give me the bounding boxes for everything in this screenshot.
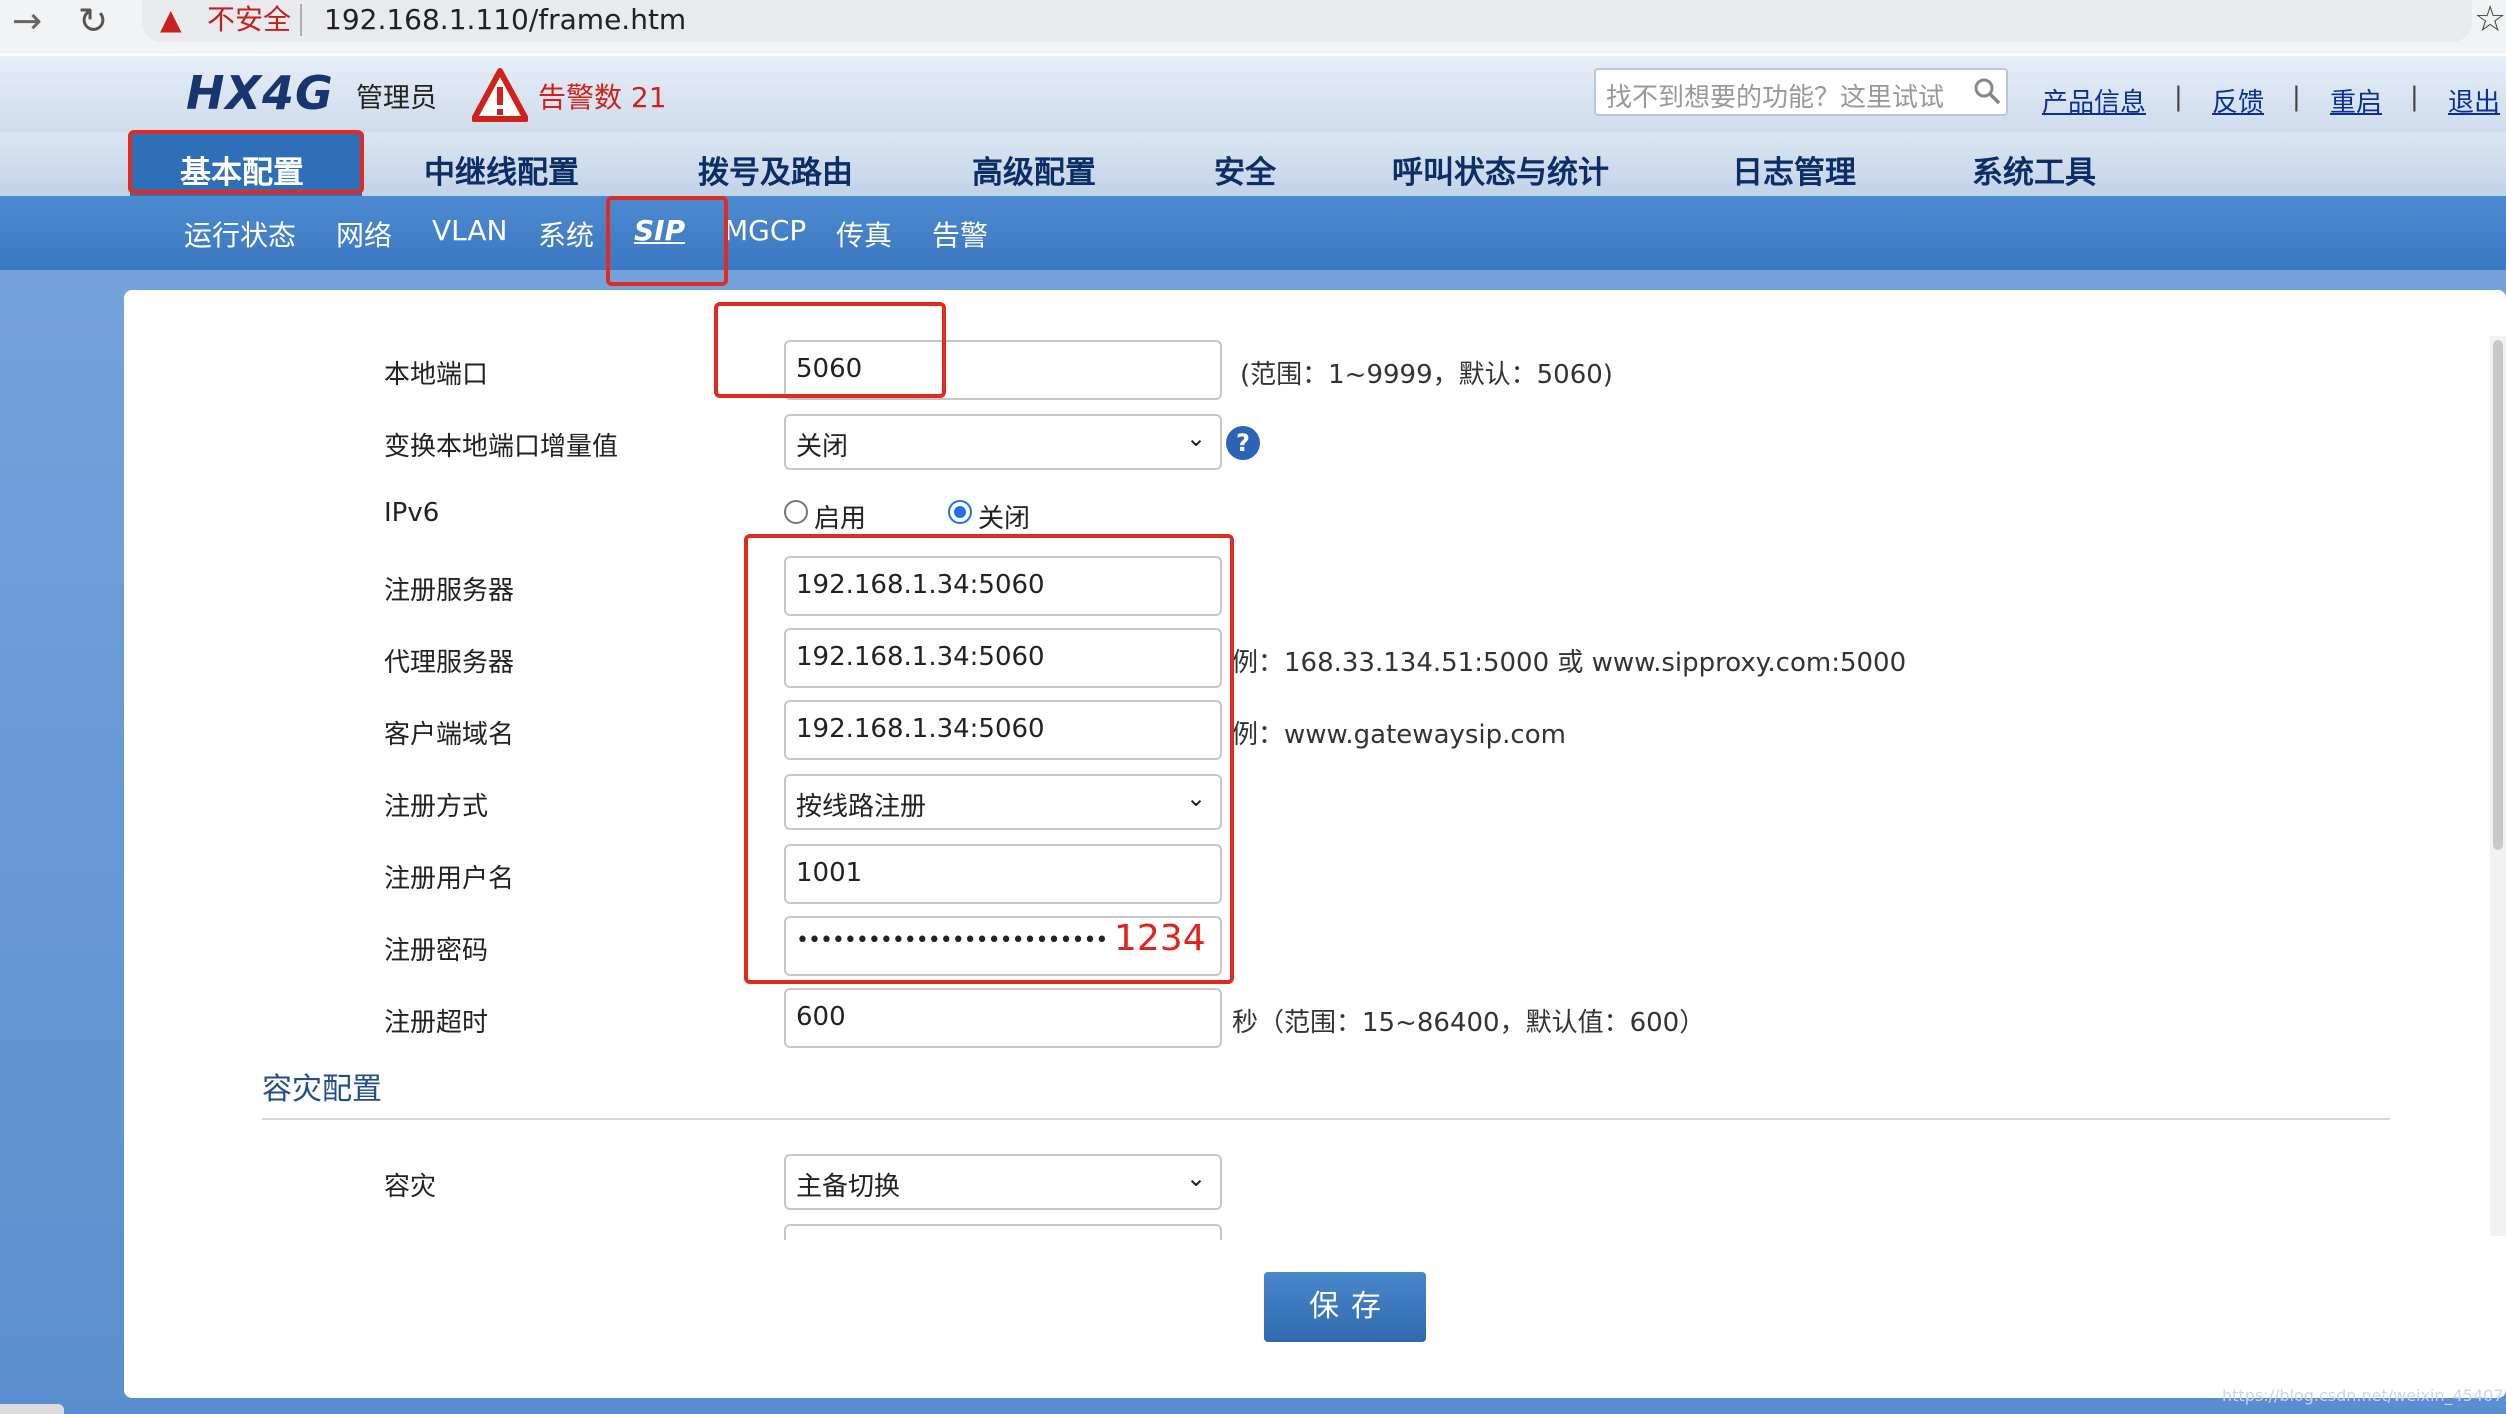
local-port-hint: (范围：1~9999，默认：5060)	[1240, 360, 1613, 390]
scroll-clip	[124, 1240, 2484, 1256]
register-timeout-value: 600	[796, 1002, 846, 1032]
bookmark-star-icon[interactable]: ☆	[2474, 0, 2506, 40]
client-domain-hint: 例：www.gatewaysip.com	[1232, 720, 1566, 750]
port-increment-select[interactable]	[784, 414, 1222, 470]
link-separator: |	[2292, 82, 2301, 112]
subtab-mgcp[interactable]: MGCP	[724, 214, 806, 247]
subtab-status[interactable]: 运行状态	[184, 214, 296, 254]
logout-link[interactable]: 退出	[2448, 82, 2500, 119]
warning-triangle-icon: ▲	[160, 3, 182, 36]
feedback-link[interactable]: 反馈	[2212, 82, 2264, 119]
subtab-vlan[interactable]: VLAN	[432, 214, 508, 247]
alarm-warning-icon[interactable]	[472, 68, 528, 122]
local-port-label: 本地端口	[384, 360, 489, 390]
ipv6-disable-radio[interactable]	[948, 500, 972, 524]
tab-advanced-config[interactable]: 高级配置	[972, 147, 1096, 192]
tab-trunk-config[interactable]: 中继线配置	[424, 147, 579, 192]
port-increment-label: 变换本地端口增量值	[384, 432, 619, 462]
subtab-system[interactable]: 系统	[538, 214, 594, 254]
annotation-box-local-port	[714, 302, 946, 398]
user-role: 管理员	[356, 83, 437, 114]
subtab-alarm[interactable]: 告警	[932, 214, 988, 254]
section-divider	[262, 1118, 2390, 1120]
register-user-label: 注册用户名	[384, 864, 515, 894]
tab-dial-routing[interactable]: 拨号及路由	[698, 147, 853, 192]
ipv6-label: IPv6	[384, 498, 440, 528]
clipped-field[interactable]	[784, 1224, 1222, 1240]
reboot-link[interactable]: 重启	[2330, 82, 2382, 119]
ipv6-enable-radio[interactable]	[784, 500, 808, 524]
ipv6-enable-label: 启用	[814, 504, 867, 534]
tab-call-stats[interactable]: 呼叫状态与统计	[1392, 147, 1609, 192]
chevron-down-icon: ⌄	[1186, 424, 1207, 452]
back-arrow-icon[interactable]: →	[12, 2, 52, 42]
annotation-box-register-fields	[744, 534, 1234, 984]
chevron-down-icon: ⌄	[1186, 1164, 1207, 1192]
section-title: 容灾配置	[262, 1072, 382, 1107]
register-timeout-input[interactable]	[784, 988, 1222, 1048]
annotation-box-sip	[606, 196, 728, 286]
disaster-mode-value: 主备切换	[796, 1172, 901, 1202]
register-timeout-hint: 秒（范围：15~86400，默认值：600）	[1232, 1008, 1706, 1038]
register-timeout-label: 注册超时	[384, 1008, 489, 1038]
scrollbar-thumb[interactable]	[2493, 340, 2503, 850]
product-info-link[interactable]: 产品信息	[2042, 82, 2146, 119]
subtab-fax[interactable]: 传真	[836, 214, 892, 254]
annotation-box-basic-config	[128, 130, 364, 194]
register-server-label: 注册服务器	[384, 576, 515, 606]
link-separator: |	[2410, 82, 2419, 112]
url-text[interactable]: 192.168.1.110/frame.htm	[324, 2, 686, 38]
tab-security[interactable]: 安全	[1214, 147, 1276, 192]
address-separator	[300, 4, 302, 36]
save-button[interactable]: 保存	[1264, 1272, 1426, 1342]
watermark: https://blog.csdn.net/weixin_45407174	[2222, 1386, 2506, 1405]
disaster-mode-label: 容灾	[384, 1172, 437, 1202]
search-placeholder: 找不到想要的功能？这里试试	[1606, 83, 1945, 113]
proxy-server-label: 代理服务器	[384, 648, 515, 678]
logo: HX4G	[186, 66, 334, 120]
ipv6-disable-label: 关闭	[978, 504, 1031, 534]
bottom-left-tab	[0, 1404, 64, 1414]
tab-log-management[interactable]: 日志管理	[1732, 147, 1856, 192]
register-mode-label: 注册方式	[384, 792, 489, 822]
tab-system-tools[interactable]: 系统工具	[1972, 147, 2096, 192]
help-icon[interactable]: ?	[1226, 426, 1260, 460]
subtab-network[interactable]: 网络	[336, 214, 392, 254]
search-icon[interactable]	[1972, 76, 2002, 106]
link-separator: |	[2174, 82, 2183, 112]
client-domain-label: 客户端域名	[384, 720, 515, 750]
insecure-label: 不安全	[207, 3, 292, 36]
register-password-label: 注册密码	[384, 936, 489, 966]
alarm-count[interactable]: 告警数 21	[538, 76, 667, 116]
proxy-server-hint: 例：168.33.134.51:5000 或 www.sipproxy.com:…	[1232, 648, 1907, 678]
port-increment-value: 关闭	[796, 432, 849, 462]
reload-icon[interactable]: ↻	[78, 2, 118, 42]
